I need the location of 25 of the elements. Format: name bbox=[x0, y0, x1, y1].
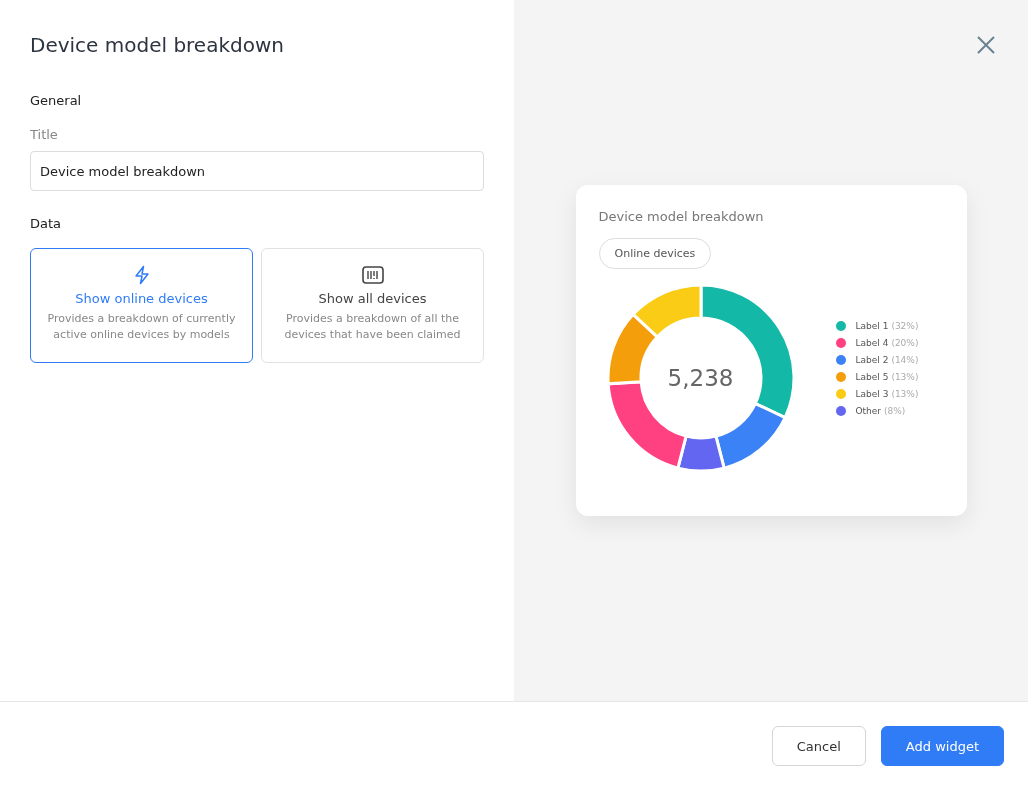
widget-title: Device model breakdown bbox=[598, 209, 765, 224]
legend-label: Label 1 bbox=[855, 320, 889, 331]
cancel-button[interactable]: Cancel bbox=[771, 726, 866, 766]
field-label: Title bbox=[30, 127, 59, 142]
barcode-icon bbox=[361, 265, 384, 285]
legend-label: Label 3 bbox=[855, 388, 889, 399]
add-widget-button[interactable]: Add widget bbox=[880, 726, 1004, 766]
legend-percent: (32%) bbox=[891, 320, 919, 331]
title-field[interactable]: Device model breakdown bbox=[30, 151, 484, 191]
section-heading: General bbox=[30, 93, 83, 108]
legend-percent: (20%) bbox=[891, 337, 919, 348]
section-heading: Data bbox=[30, 216, 63, 231]
legend-percent: (13%) bbox=[891, 388, 919, 399]
legend-percent: (8%) bbox=[884, 405, 906, 416]
legend-label: Label 4 bbox=[855, 337, 889, 348]
close-button[interactable] bbox=[975, 34, 997, 56]
dialog-title: Device model breakdown bbox=[30, 33, 285, 57]
legend-percent: (14%) bbox=[891, 354, 919, 365]
legend-label: Label 5 bbox=[855, 371, 889, 382]
legend-percent: (13%) bbox=[891, 371, 919, 382]
legend-label: Other bbox=[855, 405, 882, 416]
legend-label: Label 2 bbox=[855, 354, 889, 365]
option-card[interactable]: Show online devices Provides a breakdown of currently active online devices by models bbox=[30, 248, 253, 363]
total-count: 5,238 bbox=[667, 365, 734, 391]
option-card[interactable]: Show all devices Provides a breakdown of all the devices that have been claimed bbox=[261, 248, 484, 363]
